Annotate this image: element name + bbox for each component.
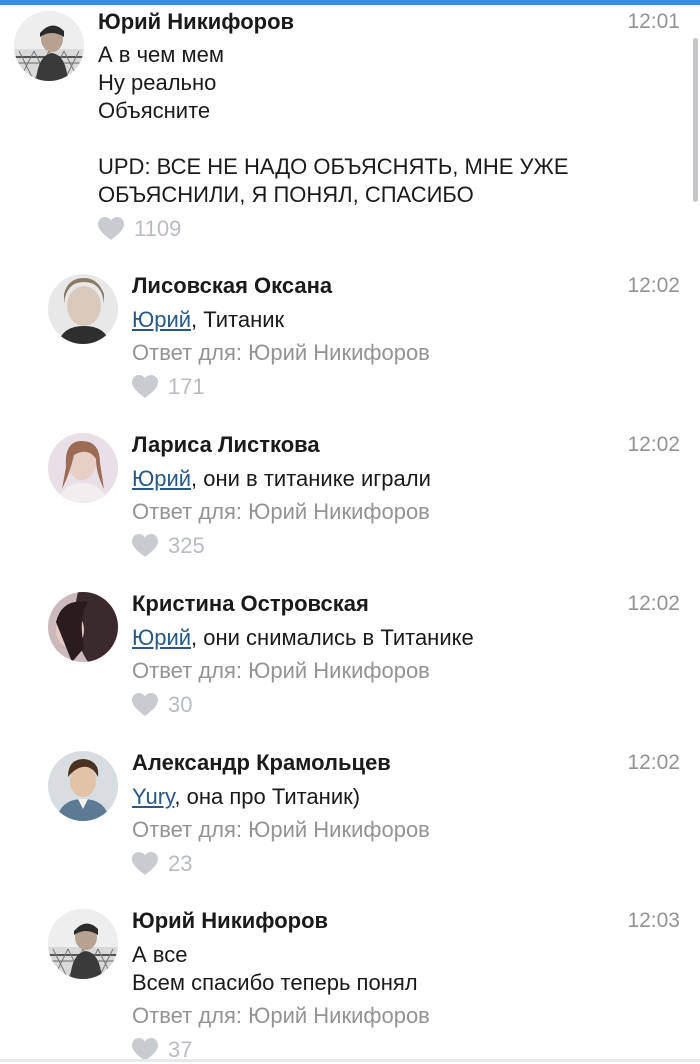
reply-to-link[interactable]: Ответ для: Юрий Никифоров: [132, 498, 680, 526]
like-count: 325: [168, 533, 205, 558]
author-name[interactable]: Александр Крамольцев: [132, 749, 680, 777]
heart-icon: [132, 693, 158, 717]
like-button[interactable]: 23: [132, 850, 680, 878]
comment-text-body: , она про Титаник): [174, 784, 361, 809]
mention-link[interactable]: Юрий: [132, 625, 191, 650]
comment-text: А в чем мем Ну реально Объясните UPD: ВС…: [98, 42, 569, 207]
comment-text: А все Всем спасибо теперь понял: [132, 942, 418, 995]
comment-text: Yury, она про Титаник): [132, 783, 680, 811]
mention-link[interactable]: Юрий: [132, 307, 191, 332]
heart-icon: [132, 852, 158, 876]
avatar-photo: [48, 751, 118, 821]
like-button[interactable]: 171: [132, 373, 680, 401]
author-name[interactable]: Юрий Никифоров: [98, 8, 680, 36]
avatar[interactable]: [14, 11, 84, 81]
avatar[interactable]: [48, 592, 118, 662]
comment-time: 12:03: [627, 909, 680, 932]
comment-time: 12:02: [627, 751, 680, 774]
like-button[interactable]: 325: [132, 532, 680, 560]
reply-to-link[interactable]: Ответ для: Юрий Никифоров: [132, 339, 680, 367]
comment-content: Лисовская Оксана 12:02 Юрий, Титаник Отв…: [132, 272, 680, 401]
comment-time: 12:02: [627, 592, 680, 615]
author-name[interactable]: Кристина Островская: [132, 590, 680, 618]
like-count: 30: [168, 692, 193, 717]
avatar[interactable]: [48, 909, 118, 979]
heart-icon: [132, 534, 158, 558]
comment-text-body: , они снимались в Титанике: [191, 625, 474, 650]
comment-text: Юрий, они снимались в Титанике: [132, 624, 680, 652]
author-name[interactable]: Юрий Никифоров: [132, 907, 680, 935]
top-accent-bar: [0, 0, 700, 5]
avatar-photo: [48, 433, 118, 503]
comment-content: Юрий Никифоров 12:01 А в чем мем Ну реал…: [98, 8, 680, 243]
like-count: 1109: [134, 216, 182, 241]
comment-content: Кристина Островская 12:02 Юрий, они сним…: [132, 590, 680, 719]
comment-text: Юрий, они в титанике играли: [132, 465, 680, 493]
author-name[interactable]: Лисовская Оксана: [132, 272, 680, 300]
reply-to-link[interactable]: Ответ для: Юрий Никифоров: [132, 816, 680, 844]
scrollbar[interactable]: [693, 38, 698, 202]
mention-link[interactable]: Юрий: [132, 466, 191, 491]
avatar[interactable]: [48, 274, 118, 344]
comment-text: Юрий, Титаник: [132, 306, 680, 334]
like-count: 171: [168, 374, 205, 399]
like-button[interactable]: 1109: [98, 215, 680, 243]
mention-link[interactable]: Yury: [132, 784, 174, 809]
avatar[interactable]: [48, 433, 118, 503]
reply-to-link[interactable]: Ответ для: Юрий Никифоров: [132, 657, 680, 685]
avatar-photo: [48, 592, 118, 662]
comment-time: 12:02: [627, 274, 680, 297]
heart-icon: [98, 217, 124, 241]
author-name[interactable]: Лариса Листкова: [132, 431, 680, 459]
comment-content: Юрий Никифоров 12:03 А все Всем спасибо …: [132, 907, 680, 1064]
avatar[interactable]: [48, 751, 118, 821]
comment-content: Лариса Листкова 12:02 Юрий, они в титани…: [132, 431, 680, 560]
like-button[interactable]: 30: [132, 691, 680, 719]
comment-time: 12:01: [627, 10, 680, 33]
comment-content: Александр Крамольцев 12:02 Yury, она про…: [132, 749, 680, 878]
avatar-photo: [48, 909, 118, 979]
comment-text-body: , Титаник: [191, 307, 285, 332]
heart-icon: [132, 375, 158, 399]
avatar-photo: [14, 11, 84, 81]
like-count: 23: [168, 851, 193, 876]
comment-time: 12:02: [627, 433, 680, 456]
comment-text-body: , они в титанике играли: [191, 466, 431, 491]
avatar-photo: [48, 274, 118, 344]
reply-to-link[interactable]: Ответ для: Юрий Никифоров: [132, 1002, 680, 1030]
